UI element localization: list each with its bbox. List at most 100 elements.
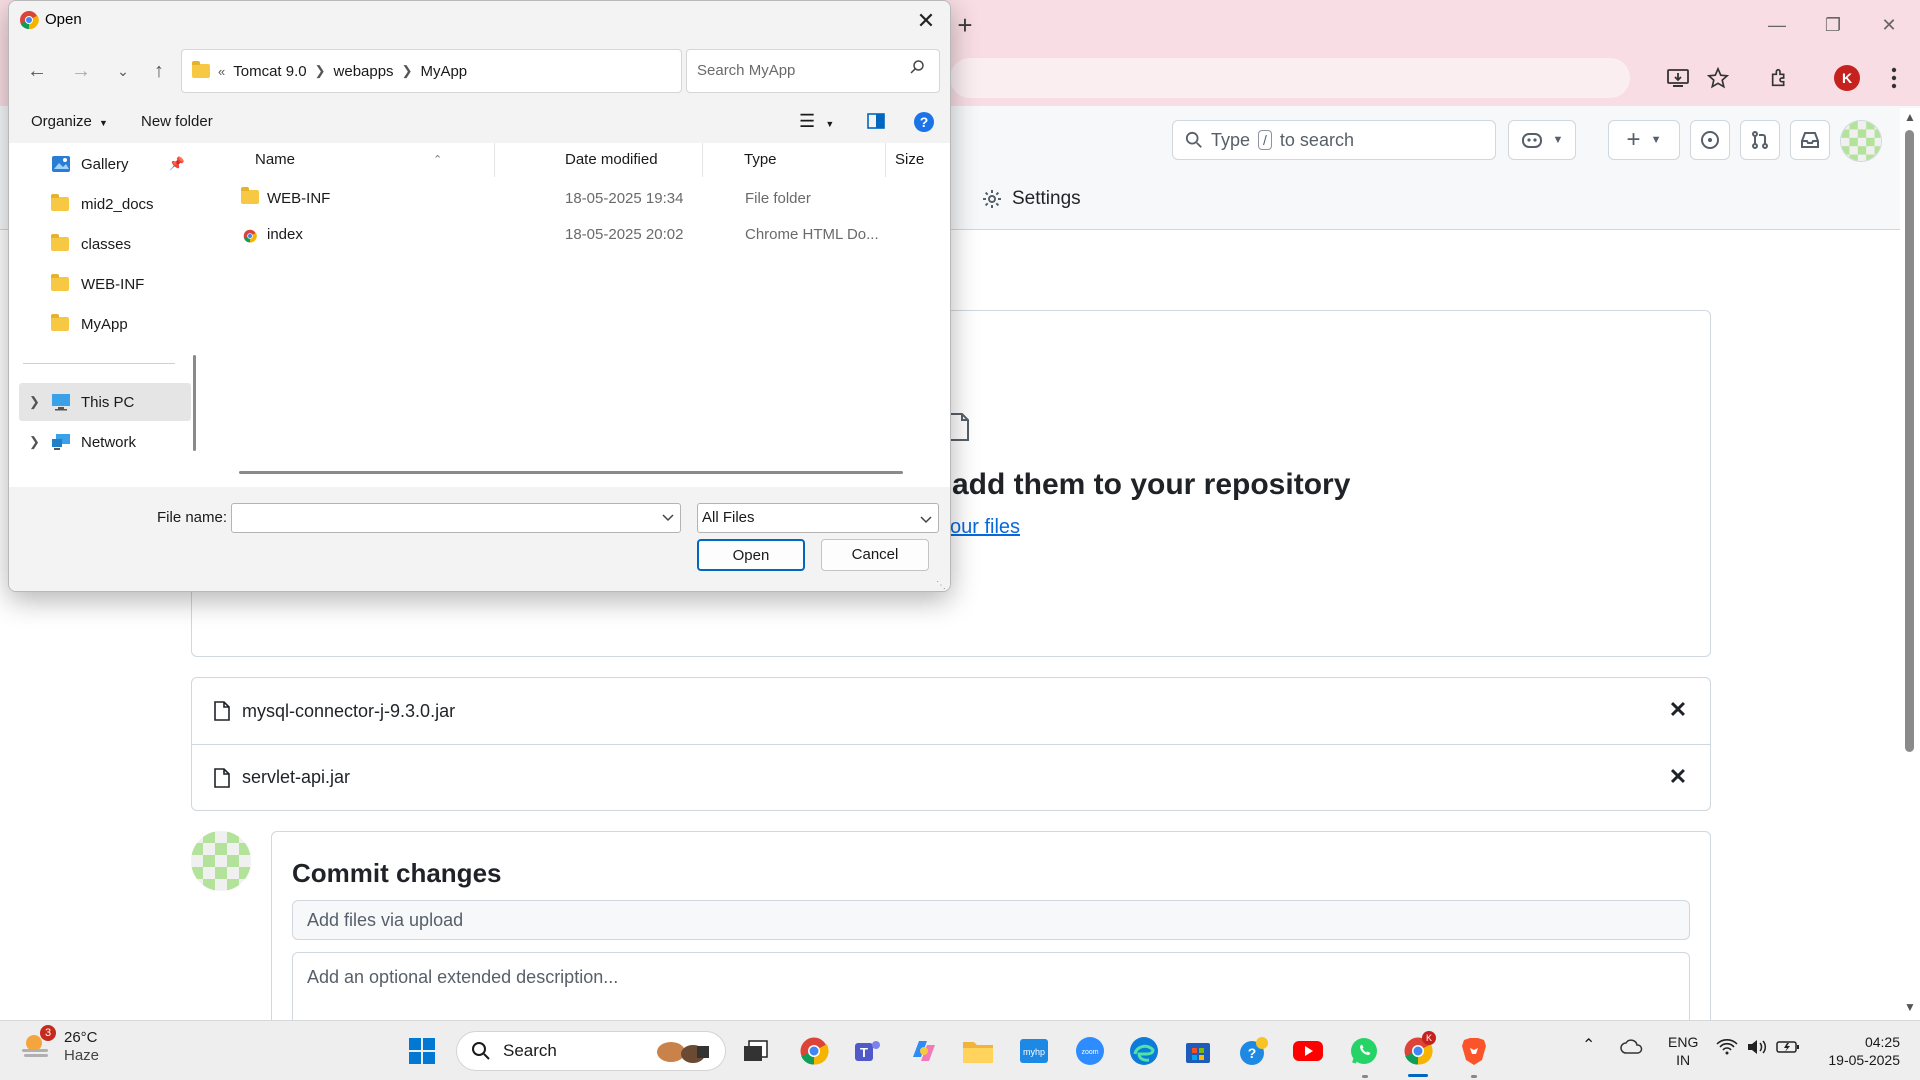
recent-locations-chevron-icon[interactable]: ⌄ bbox=[107, 55, 139, 87]
scroll-down-icon[interactable]: ▼ bbox=[1904, 1000, 1916, 1014]
battery-icon[interactable] bbox=[1776, 1039, 1800, 1059]
nav-pane-scrollbar[interactable] bbox=[193, 355, 196, 451]
nav-item-gallery[interactable]: Gallery 📌 bbox=[19, 145, 191, 183]
remove-file-button[interactable]: ✕ bbox=[1666, 765, 1690, 789]
extensions-icon[interactable] bbox=[1762, 60, 1798, 96]
scroll-up-icon[interactable]: ▲ bbox=[1904, 110, 1916, 124]
pull-requests-button[interactable] bbox=[1740, 120, 1780, 160]
back-arrow-icon[interactable]: ← bbox=[21, 55, 53, 87]
create-new-button[interactable]: + ▼ bbox=[1608, 120, 1680, 160]
support-assistant-icon[interactable]: ? bbox=[1234, 1031, 1274, 1071]
teams-icon[interactable]: T bbox=[848, 1031, 888, 1071]
copilot-taskbar-icon[interactable] bbox=[904, 1031, 944, 1071]
youtube-icon[interactable] bbox=[1288, 1031, 1328, 1071]
bookmark-star-icon[interactable] bbox=[1700, 60, 1736, 96]
view-options-button[interactable]: ☰ ▼ bbox=[799, 111, 834, 132]
brave-icon[interactable] bbox=[1454, 1031, 1494, 1071]
close-window-icon[interactable]: ✕ bbox=[1866, 8, 1912, 42]
new-folder-button[interactable]: New folder bbox=[141, 113, 213, 130]
weather-widget[interactable]: 3 26°C Haze bbox=[20, 1025, 100, 1065]
chrome-menu-icon[interactable] bbox=[1876, 60, 1912, 96]
close-icon[interactable]: ✕ bbox=[910, 5, 942, 37]
weather-condition: Haze bbox=[64, 1047, 100, 1064]
file-list-pane: Name ⌃ Date modified Type Size WEB-INF 1… bbox=[209, 143, 950, 487]
nav-item-classes[interactable]: classes bbox=[19, 225, 191, 263]
language-indicator[interactable]: ENG IN bbox=[1668, 1033, 1698, 1069]
preview-pane-icon[interactable] bbox=[867, 113, 885, 133]
remove-file-button[interactable]: ✕ bbox=[1666, 698, 1690, 722]
organize-menu[interactable]: Organize ▼ bbox=[31, 113, 108, 130]
whatsapp-icon[interactable] bbox=[1344, 1031, 1384, 1071]
folder-icon-wrapper bbox=[51, 274, 73, 293]
breadcrumb-item[interactable]: webapps bbox=[334, 63, 394, 80]
folder-icon bbox=[51, 314, 69, 331]
choose-files-link[interactable]: your files bbox=[940, 516, 1020, 539]
help-icon[interactable]: ? bbox=[913, 111, 935, 137]
expand-chevron-icon[interactable]: ❯ bbox=[29, 394, 40, 410]
up-arrow-icon[interactable]: ↑ bbox=[143, 55, 175, 87]
system-clock[interactable]: 04:25 19-05-2025 bbox=[1816, 1033, 1900, 1069]
address-bar[interactable] bbox=[950, 58, 1630, 98]
myhp-icon[interactable]: myhp bbox=[1014, 1031, 1054, 1071]
edge-icon[interactable] bbox=[1124, 1031, 1164, 1071]
cancel-button[interactable]: Cancel bbox=[821, 539, 929, 571]
start-button[interactable] bbox=[402, 1031, 442, 1071]
tab-settings[interactable]: Settings bbox=[982, 188, 1081, 210]
search-input[interactable]: Search MyApp bbox=[686, 49, 940, 93]
microsoft-store-icon[interactable] bbox=[1178, 1031, 1218, 1071]
file-explorer-icon[interactable] bbox=[958, 1031, 998, 1071]
open-button[interactable]: Open bbox=[697, 539, 805, 571]
column-header-size[interactable]: Size bbox=[887, 143, 950, 177]
file-name-input[interactable] bbox=[231, 503, 681, 533]
breadcrumb-chevron-icon[interactable]: ❯ bbox=[402, 63, 413, 79]
chrome-taskbar-icon[interactable] bbox=[794, 1031, 834, 1071]
table-row[interactable]: WEB-INF 18-05-2025 19:34 File folder bbox=[229, 181, 949, 217]
restore-icon[interactable]: ❐ bbox=[1810, 8, 1856, 42]
breadcrumb-overflow[interactable]: « bbox=[218, 64, 225, 79]
minimize-icon[interactable]: — bbox=[1754, 8, 1800, 42]
taskbar-search[interactable]: Search bbox=[456, 1031, 726, 1071]
svg-text:T: T bbox=[860, 1045, 868, 1060]
volume-icon[interactable] bbox=[1746, 1039, 1768, 1059]
inbox-button[interactable] bbox=[1790, 120, 1830, 160]
list-view-icon: ☰ bbox=[799, 111, 816, 131]
nav-item-web-inf[interactable]: WEB-INF bbox=[19, 265, 191, 303]
issues-button[interactable] bbox=[1690, 120, 1730, 160]
table-row[interactable]: index 18-05-2025 20:02 Chrome HTML Do...… bbox=[229, 217, 950, 254]
breadcrumb-item[interactable]: Tomcat 9.0 bbox=[233, 63, 306, 80]
resize-grip-icon[interactable]: ⋱ bbox=[936, 580, 946, 591]
github-avatar[interactable] bbox=[1840, 120, 1882, 162]
profile-avatar[interactable]: K bbox=[1834, 65, 1860, 91]
chrome-profile-taskbar-icon[interactable]: K bbox=[1398, 1031, 1438, 1071]
file-type-filter[interactable]: All Files bbox=[697, 503, 939, 533]
chevron-down-icon[interactable] bbox=[662, 509, 674, 530]
nav-item-myapp[interactable]: MyApp bbox=[19, 305, 191, 343]
column-header-date-modified[interactable]: Date modified bbox=[557, 143, 703, 177]
new-tab-button[interactable]: + bbox=[950, 8, 980, 42]
forward-arrow-icon[interactable]: → bbox=[65, 55, 97, 87]
nav-item-mid2-docs[interactable]: mid2_docs bbox=[19, 185, 191, 223]
github-search-input[interactable]: Type / to search bbox=[1172, 120, 1496, 160]
breadcrumb[interactable]: « Tomcat 9.0 ❯ webapps ❯ MyApp ↻ bbox=[181, 49, 838, 93]
open-file-dialog: Open ✕ ← → ⌄ ↑ « Tomcat 9.0 ❯ webapps ❯ … bbox=[8, 0, 951, 592]
install-app-icon[interactable] bbox=[1660, 60, 1696, 96]
copilot-button[interactable]: ▼ bbox=[1508, 120, 1576, 160]
page-scroll-thumb[interactable] bbox=[1905, 130, 1914, 752]
commit-summary-input[interactable]: Add files via upload bbox=[292, 900, 1690, 940]
column-header-type[interactable]: Type bbox=[736, 143, 886, 177]
nav-item-this-pc[interactable]: ❯ This PC bbox=[19, 383, 191, 421]
task-view-icon[interactable] bbox=[736, 1031, 776, 1071]
column-header-name[interactable]: Name ⌃ bbox=[247, 143, 495, 177]
nav-item-network[interactable]: ❯ Network bbox=[19, 423, 191, 461]
zoom-icon[interactable]: zoom bbox=[1070, 1031, 1110, 1071]
chrome-html-icon bbox=[243, 218, 257, 254]
onedrive-icon[interactable] bbox=[1620, 1039, 1644, 1059]
wifi-icon[interactable] bbox=[1716, 1039, 1738, 1059]
breadcrumb-chevron-icon[interactable]: ❯ bbox=[315, 63, 326, 79]
search-prefix: Type bbox=[1211, 129, 1251, 150]
show-hidden-icons-chevron-icon[interactable]: ⌃ bbox=[1582, 1037, 1595, 1055]
file-list-horizontal-scrollbar[interactable] bbox=[239, 471, 903, 474]
expand-chevron-icon[interactable]: ❯ bbox=[29, 434, 40, 450]
plus-icon: + bbox=[1626, 126, 1641, 153]
breadcrumb-item[interactable]: MyApp bbox=[420, 63, 467, 80]
